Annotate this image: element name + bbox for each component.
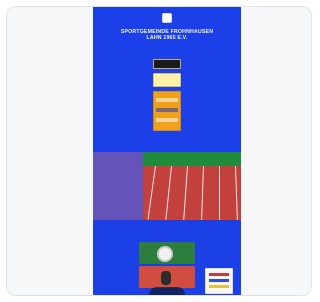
- lane-line: [235, 165, 238, 220]
- lane-line: [183, 166, 188, 220]
- lane-line: [201, 166, 204, 220]
- promo-banner-1[interactable]: [153, 59, 181, 69]
- football-icon: [157, 246, 173, 262]
- football-photo[interactable]: [139, 242, 195, 264]
- left-overlay-panel: [93, 152, 143, 220]
- lane-line: [165, 166, 172, 220]
- promo-stripe: [156, 108, 178, 112]
- lane-line: [219, 166, 220, 220]
- screenshot-card: SPORTGEMEINDE FROHNHAUSEN LAHN 1965 e.V.: [6, 6, 312, 296]
- promo-banner-2[interactable]: [153, 73, 181, 87]
- ad-stripe: [209, 285, 229, 288]
- content-section: [93, 220, 241, 295]
- ad-stripe: [209, 273, 229, 276]
- header-area: SPORTGEMEINDE FROHNHAUSEN LAHN 1965 e.V.: [93, 7, 241, 152]
- grass-strip: [143, 152, 241, 166]
- bottom-tab[interactable]: [149, 287, 185, 295]
- promo-stripe: [156, 98, 178, 102]
- website-thumbnail[interactable]: SPORTGEMEINDE FROHNHAUSEN LAHN 1965 e.V.: [93, 7, 241, 295]
- club-title: SPORTGEMEINDE FROHNHAUSEN LAHN 1965 e.V.: [120, 29, 214, 41]
- athletics-photo[interactable]: [139, 266, 195, 288]
- ad-stripe: [209, 279, 229, 282]
- promo-stripe: [156, 118, 178, 122]
- sidebar-ad[interactable]: [205, 268, 233, 294]
- track-hero-image: [93, 152, 241, 220]
- club-logo-icon: [162, 13, 172, 23]
- lane-line: [147, 166, 156, 220]
- promo-banner-3[interactable]: [153, 91, 181, 131]
- runner-icon: [161, 271, 171, 285]
